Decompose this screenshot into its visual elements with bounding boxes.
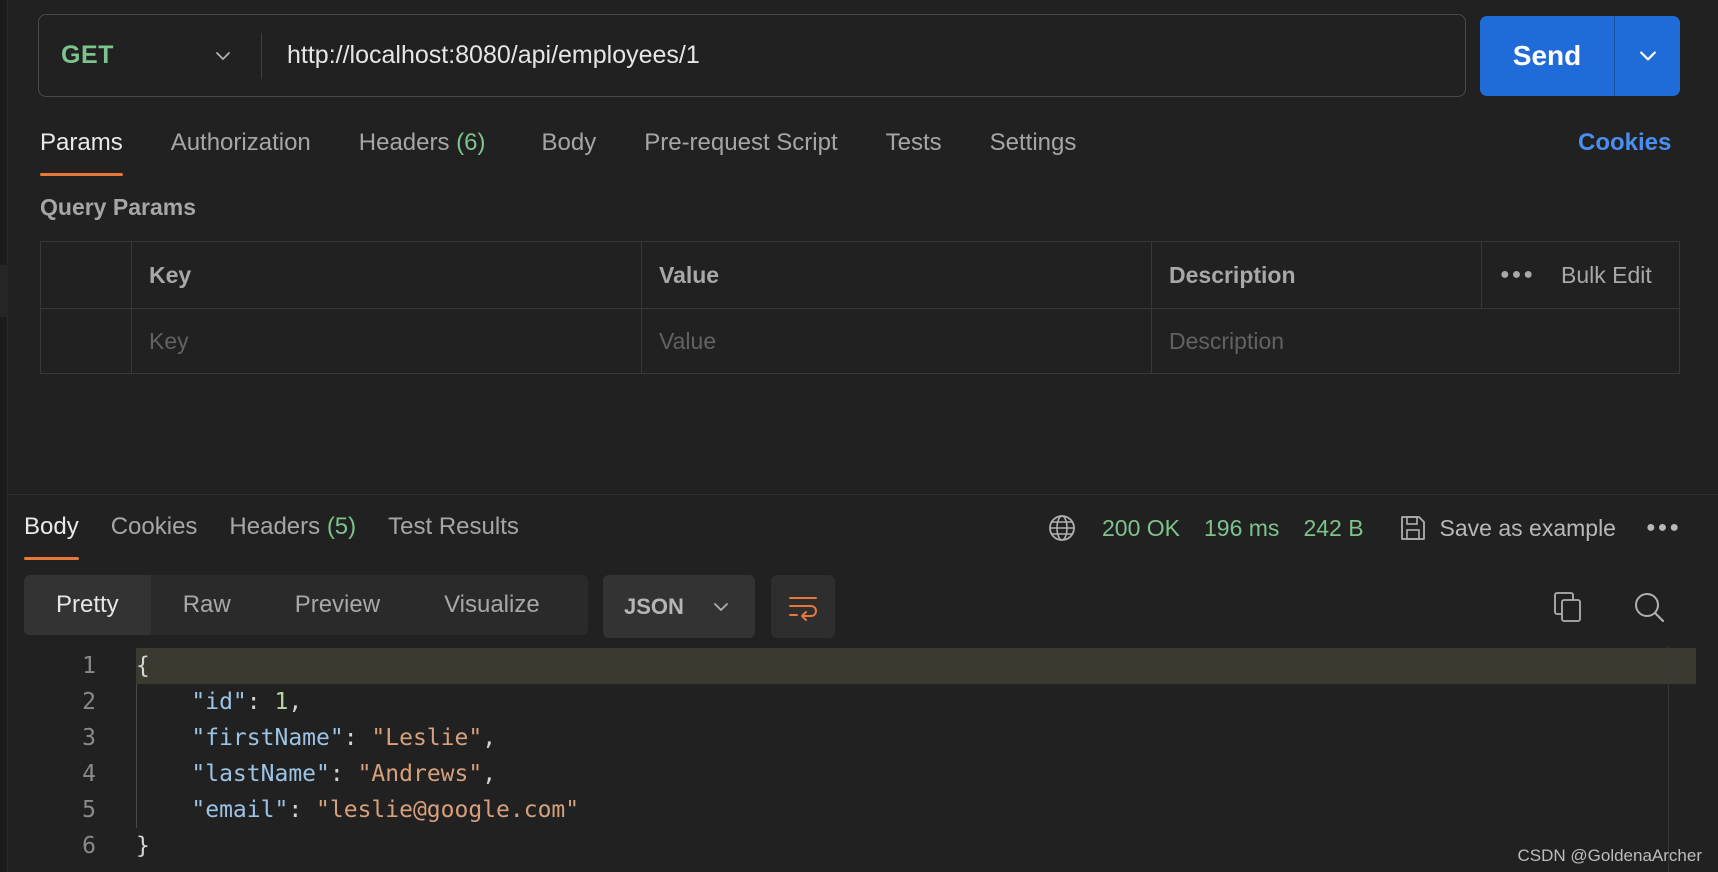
tab-prerequest-script[interactable]: Pre-request Script [644,120,837,176]
json-number: 1 [274,689,289,715]
tab-body[interactable]: Body [542,120,597,176]
line-number: 1 [82,653,96,679]
response-headers-count: (5) [326,513,357,540]
line-number: 6 [82,833,96,859]
bulk-edit-button[interactable]: Bulk Edit [1561,262,1652,289]
method-label: GET [61,41,114,69]
body-view-toggle: Pretty Raw Preview Visualize [24,575,588,635]
tab-authorization[interactable]: Authorization [171,120,311,176]
send-button[interactable]: Send [1480,16,1614,96]
response-tab-cookies[interactable]: Cookies [111,506,198,560]
left-panel-handle[interactable] [0,265,8,317]
key-column-header: Key [132,242,642,308]
line-number: 5 [82,797,96,823]
globe-icon[interactable] [1046,512,1078,544]
value-column-header: Value [642,242,1152,308]
table-header-row: Key Value Description ●●● Bulk Edit [41,242,1679,308]
tab-params[interactable]: Params [40,120,123,176]
search-icon[interactable] [1632,590,1666,624]
request-tabs: Params Authorization Headers (6) Body Pr… [40,120,1124,176]
code-line: 3 "firstName": "Leslie", [0,720,1700,756]
headers-count: (6) [456,129,486,156]
json-string: "leslie@google.com" [316,797,580,823]
format-label: JSON [624,593,684,619]
view-raw[interactable]: Raw [151,575,263,635]
tab-headers-label: Headers [358,129,450,156]
json-key: "firstName" [191,725,344,751]
save-as-example-button[interactable]: Save as example [1440,515,1616,542]
cookies-link[interactable]: Cookies [1578,120,1671,166]
response-headers-label: Headers [229,513,321,540]
bulk-edit-group: ●●● Bulk Edit [1500,262,1652,289]
line-number: 3 [82,725,96,751]
response-tabs: Body Cookies Headers (5) Test Results [24,506,551,560]
tab-tests[interactable]: Tests [886,120,942,176]
line-number: 2 [82,689,96,715]
watermark: CSDN @GoldenaArcher [1517,846,1703,865]
wrap-lines-icon [789,596,817,621]
more-icon[interactable]: ●●● [1646,519,1681,537]
query-params-title: Query Params [40,194,196,220]
code-text: { [136,653,150,679]
response-status-bar: 200 OK 196 ms 242 B Save as example ●●● [1046,510,1681,546]
code-text: "firstName": "Leslie", [191,725,497,751]
url-input[interactable]: http://localhost:8080/api/employees/1 [262,15,1465,96]
send-button-group: Send [1480,16,1680,96]
code-line: 5 "email": "leslie@google.com" [0,792,1700,828]
send-options-button[interactable] [1615,16,1680,96]
table-row: Key Value Description [41,308,1679,374]
response-body-editor[interactable]: 1 { 2 "id": 1, 3 "firstName": "Leslie", … [0,646,1718,872]
chevron-down-icon [1639,51,1656,61]
json-key: "lastName" [191,761,330,787]
checkbox-column-header [41,242,132,308]
chevron-down-icon [714,602,728,611]
json-key: "email" [191,797,289,823]
code-text: } [136,833,150,859]
view-preview[interactable]: Preview [263,575,412,635]
code-line: 4 "lastName": "Andrews", [0,756,1700,792]
copy-icon[interactable] [1552,590,1584,624]
tab-headers[interactable]: Headers (6) [359,120,486,176]
code-text: "email": "leslie@google.com" [191,797,580,823]
response-time[interactable]: 196 ms [1204,515,1279,542]
line-number: 4 [82,761,96,787]
table-actions: ●●● Bulk Edit [1482,242,1679,308]
json-string: "Andrews" [357,761,483,787]
json-brace: } [136,833,150,859]
row-checkbox-cell [41,309,132,374]
key-input[interactable]: Key [132,309,642,374]
code-line: 1 { [0,648,1700,684]
code-text: "id": 1, [191,689,303,715]
format-select[interactable]: JSON [603,575,755,638]
value-input[interactable]: Value [642,309,1152,374]
response-size[interactable]: 242 B [1303,515,1363,542]
code-line: 2 "id": 1, [0,684,1700,720]
query-params-table: Key Value Description ●●● Bulk Edit Key … [40,241,1680,374]
code-text: "lastName": "Andrews", [191,761,497,787]
response-tab-test-results[interactable]: Test Results [388,506,519,560]
chevron-down-icon [216,51,230,60]
tab-settings[interactable]: Settings [990,120,1077,176]
method-select[interactable]: GET [39,15,261,96]
pane-divider[interactable] [8,494,1718,495]
description-column-header: Description [1152,242,1482,308]
view-pretty[interactable]: Pretty [24,575,151,635]
request-url-bar: GET http://localhost:8080/api/employees/… [38,14,1466,97]
response-tab-body[interactable]: Body [24,506,79,560]
view-visualize[interactable]: Visualize [412,575,572,635]
wrap-lines-button[interactable] [771,575,835,638]
response-tab-headers[interactable]: Headers (5) [229,506,356,560]
more-icon[interactable]: ●●● [1500,266,1535,284]
status-code[interactable]: 200 OK [1102,515,1180,542]
postman-window: GET http://localhost:8080/api/employees/… [0,0,1718,872]
description-input[interactable]: Description [1152,309,1672,374]
save-icon[interactable] [1398,513,1428,543]
json-brace: { [136,653,150,679]
json-string: "Leslie" [371,725,483,751]
code-line: 6 } [0,828,1700,864]
json-key: "id" [191,689,247,715]
